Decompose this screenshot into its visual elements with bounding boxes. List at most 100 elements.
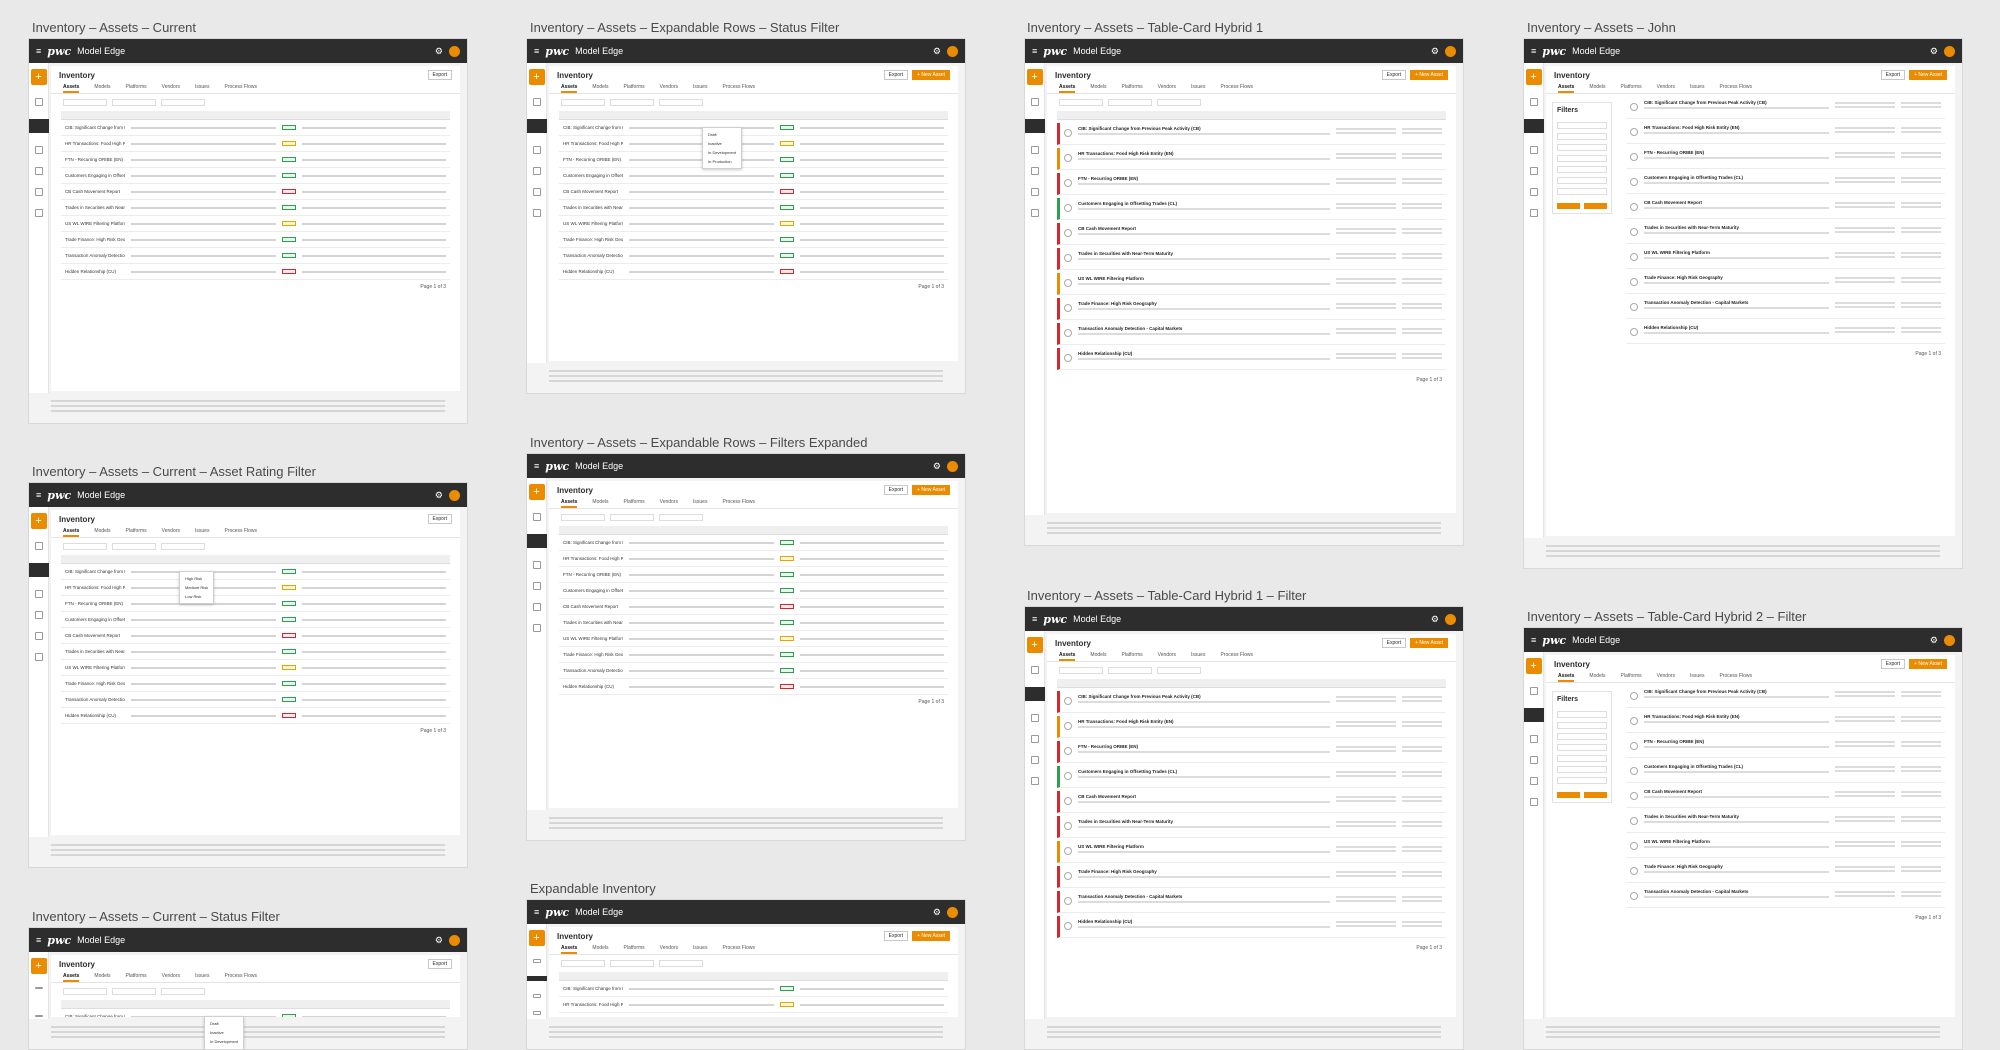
- table-row[interactable]: Customers Engaging in Offsetting Trades …: [61, 612, 450, 628]
- tab-issues[interactable]: Issues: [1191, 652, 1205, 661]
- export-button[interactable]: Export: [1381, 638, 1407, 648]
- settings-icon[interactable]: ⚙: [933, 461, 941, 472]
- tab-vendors[interactable]: Vendors: [162, 84, 180, 93]
- document-icon[interactable]: [1529, 167, 1538, 175]
- flow-icon[interactable]: [34, 653, 43, 661]
- tab-assets[interactable]: Assets: [1558, 673, 1575, 682]
- tab-assets[interactable]: Assets: [63, 528, 80, 537]
- avatar[interactable]: [449, 489, 460, 501]
- chart-icon[interactable]: [1529, 735, 1538, 743]
- asset-card[interactable]: Customers Engaging in Offsetting Trades …: [1057, 766, 1446, 788]
- avatar[interactable]: [1445, 613, 1456, 625]
- asset-card[interactable]: CB Cash Movement Report: [1626, 197, 1945, 219]
- asset-card[interactable]: CB Cash Movement Report: [1626, 786, 1945, 808]
- asset-card[interactable]: Trade Finance: High Risk Geography: [1626, 272, 1945, 294]
- export-button[interactable]: Export: [427, 70, 452, 80]
- tab-vendors[interactable]: Vendors: [660, 84, 678, 93]
- report-icon[interactable]: [34, 632, 43, 640]
- menu-icon[interactable]: ≡: [1531, 635, 1536, 645]
- asset-card[interactable]: FTN - Recurring ORIBE (EN): [1626, 147, 1945, 169]
- dropdown-option[interactable]: Low Risk: [180, 592, 213, 601]
- reset-button[interactable]: [1584, 792, 1607, 798]
- table-row[interactable]: Trades in Securities with Near-Term Matu…: [559, 615, 948, 631]
- asset-card[interactable]: CIB: Significant Change from Previous Pe…: [1626, 97, 1945, 119]
- status-select[interactable]: [161, 988, 205, 995]
- asset-card[interactable]: FTN - Recurring ORIBE (EN): [1057, 741, 1446, 763]
- chart-icon[interactable]: [34, 1015, 43, 1017]
- tab-platforms[interactable]: Platforms: [624, 499, 645, 508]
- reset-button[interactable]: [1584, 203, 1607, 209]
- table-row[interactable]: Trade Finance: High Risk Geography: [61, 232, 450, 248]
- table-row[interactable]: FTN - Recurring ORIBE (EN): [559, 567, 948, 583]
- asset-card[interactable]: US WL WIRE Filtering Platform: [1626, 836, 1945, 858]
- asset-card[interactable]: Customers Engaging in Offsetting Trades …: [1057, 198, 1446, 220]
- chart-icon[interactable]: [532, 561, 541, 569]
- asset-card[interactable]: Hidden Relationship (CU): [1626, 322, 1945, 344]
- table-row[interactable]: Customers Engaging in Offsetting Trades …: [61, 168, 450, 184]
- home-icon[interactable]: [1030, 666, 1039, 674]
- asset-card[interactable]: Trades in Securities with Near-Term Matu…: [1057, 816, 1446, 838]
- status-select[interactable]: [161, 99, 205, 106]
- asset-card[interactable]: FTN - Recurring ORIBE (EN): [1057, 173, 1446, 195]
- filter-field[interactable]: [1557, 133, 1607, 140]
- report-icon[interactable]: [34, 188, 43, 196]
- tab-platforms[interactable]: Platforms: [126, 84, 147, 93]
- dropdown-option[interactable]: Medium Risk: [180, 583, 213, 592]
- table-row[interactable]: Trades in Securities with Near-Term Matu…: [559, 200, 948, 216]
- pagination[interactable]: Page 1 of 3: [1546, 347, 1955, 361]
- table-row[interactable]: CIB: Significant Change from Previous Pe…: [559, 120, 948, 136]
- avatar[interactable]: [449, 934, 460, 946]
- report-icon[interactable]: [1030, 756, 1039, 764]
- tab-assets[interactable]: Assets: [561, 84, 578, 93]
- tab-vendors[interactable]: Vendors: [660, 945, 678, 954]
- table-row[interactable]: Transaction Anomaly Detection - Capital …: [559, 663, 948, 679]
- asset-card[interactable]: Transaction Anomaly Detection - Capital …: [1626, 297, 1945, 319]
- add-button[interactable]: +: [1026, 637, 1043, 653]
- table-row[interactable]: CIB: Significant Change from Previous Pe…: [61, 1009, 450, 1017]
- add-button[interactable]: +: [1525, 658, 1542, 674]
- table-row[interactable]: Hidden Relationship (CU): [559, 679, 948, 695]
- asset-card[interactable]: CIB: Significant Change from Previous Pe…: [1057, 691, 1446, 713]
- export-button[interactable]: Export: [1880, 70, 1906, 80]
- export-button[interactable]: Export: [1381, 70, 1407, 80]
- tab-issues[interactable]: Issues: [195, 84, 209, 93]
- new-asset-button[interactable]: + New Asset: [1410, 638, 1448, 648]
- settings-icon[interactable]: ⚙: [933, 907, 941, 918]
- filter-field[interactable]: [1557, 755, 1607, 762]
- chart-icon[interactable]: [532, 146, 541, 154]
- asset-card[interactable]: US WL WIRE Filtering Platform: [1057, 273, 1446, 295]
- flow-icon[interactable]: [532, 624, 541, 632]
- pagination[interactable]: Page 1 of 3: [549, 280, 958, 294]
- search-input[interactable]: [561, 99, 605, 106]
- avatar[interactable]: [947, 906, 958, 918]
- home-icon[interactable]: [1030, 98, 1039, 106]
- menu-icon[interactable]: ≡: [1032, 614, 1037, 624]
- tab-assets[interactable]: Assets: [1059, 84, 1076, 93]
- status-select[interactable]: [659, 960, 703, 967]
- dropdown-option[interactable]: In Production: [703, 157, 741, 166]
- table-row[interactable]: HR Transactions: Food High Risk Entity (…: [61, 136, 450, 152]
- home-icon[interactable]: [34, 98, 43, 106]
- report-icon[interactable]: [1529, 188, 1538, 196]
- document-icon[interactable]: [532, 582, 541, 590]
- home-icon[interactable]: [1529, 687, 1538, 695]
- menu-icon[interactable]: ≡: [1032, 46, 1037, 56]
- table-row[interactable]: Trades in Securities with Near-Term Matu…: [61, 644, 450, 660]
- add-button[interactable]: +: [528, 69, 545, 85]
- tab-issues[interactable]: Issues: [1191, 84, 1205, 93]
- table-row[interactable]: US WL WIRE Filtering Platform: [61, 660, 450, 676]
- tab-assets[interactable]: Assets: [561, 945, 578, 954]
- tab-vendors[interactable]: Vendors: [162, 973, 180, 982]
- tab-platforms[interactable]: Platforms: [126, 528, 147, 537]
- search-input[interactable]: [561, 960, 605, 967]
- inventory-icon[interactable]: [29, 563, 49, 577]
- table-row[interactable]: Trade Finance: High Risk Geography: [61, 676, 450, 692]
- tab-models[interactable]: Models: [94, 528, 110, 537]
- apply-button[interactable]: [1557, 203, 1580, 209]
- menu-icon[interactable]: ≡: [36, 46, 41, 56]
- settings-icon[interactable]: ⚙: [1431, 46, 1439, 57]
- asset-card[interactable]: US WL WIRE Filtering Platform: [1626, 247, 1945, 269]
- flow-icon[interactable]: [1529, 209, 1538, 217]
- settings-icon[interactable]: ⚙: [1431, 614, 1439, 625]
- table-row[interactable]: HR Transactions: Food High Risk Entity (…: [559, 551, 948, 567]
